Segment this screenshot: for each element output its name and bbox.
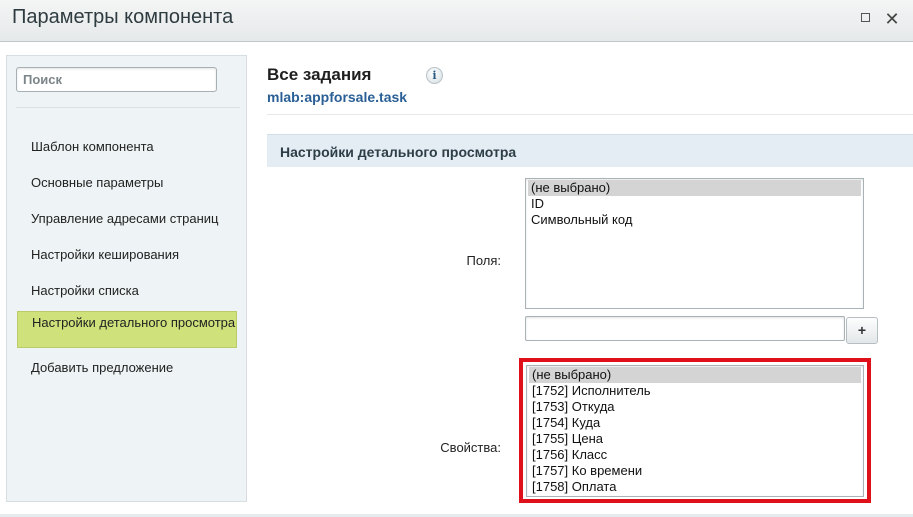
fields-custom-input[interactable] (525, 316, 845, 341)
close-icon: ✕ (884, 9, 900, 29)
properties-option[interactable]: [1758] Оплата (529, 479, 861, 495)
properties-option[interactable]: [1756] Класс (529, 447, 861, 463)
add-field-button[interactable]: + (846, 317, 878, 344)
properties-option[interactable]: [1752] Исполнитель (529, 383, 861, 399)
header-divider (267, 114, 913, 115)
sidebar-divider (16, 107, 240, 108)
properties-option[interactable]: [1757] Ко времени (529, 463, 861, 479)
sidebar-item-url-management[interactable]: Управление адресами страниц (17, 211, 237, 226)
sidebar-item-detail-settings[interactable]: Настройки детального просмотра (17, 311, 237, 348)
dialog-title: Параметры компонента (12, 6, 234, 28)
component-code: mlab:appforsale.task (267, 89, 408, 105)
sidebar-item-caching[interactable]: Настройки кеширования (17, 247, 237, 262)
properties-option[interactable]: [1754] Куда (529, 415, 861, 431)
properties-option[interactable]: [1753] Откуда (529, 399, 861, 415)
maximize-icon (860, 13, 870, 23)
info-icon[interactable]: i (426, 67, 443, 84)
sidebar: Шаблон компонента Основные параметры Упр… (6, 55, 247, 502)
sidebar-item-main-params[interactable]: Основные параметры (17, 175, 237, 190)
properties-multiselect[interactable]: (не выбрано) [1752] Исполнитель [1753] О… (526, 365, 864, 497)
properties-option[interactable]: [1755] Цена (529, 431, 861, 447)
sidebar-item-add-offer[interactable]: Добавить предложение (17, 360, 237, 375)
properties-option[interactable]: (не выбрано) (529, 367, 861, 383)
dialog-titlebar: Параметры компонента ✕ (0, 0, 913, 42)
fields-option[interactable]: (не выбрано) (528, 180, 861, 196)
maximize-button[interactable] (855, 10, 875, 28)
properties-label: Свойства: (440, 440, 501, 455)
sidebar-item-list-settings[interactable]: Настройки списка (17, 283, 237, 298)
search-input[interactable] (16, 67, 217, 92)
fields-option[interactable]: Символьный код (528, 212, 861, 228)
sidebar-item-template[interactable]: Шаблон компонента (17, 139, 237, 154)
section-header: Настройки детального просмотра (267, 134, 913, 167)
component-title: Все задания (267, 65, 372, 84)
fields-option[interactable]: ID (528, 196, 861, 212)
fields-multiselect[interactable]: (не выбрано) ID Символьный код (525, 178, 864, 309)
fields-label: Поля: (466, 253, 501, 268)
close-button[interactable]: ✕ (882, 10, 902, 28)
